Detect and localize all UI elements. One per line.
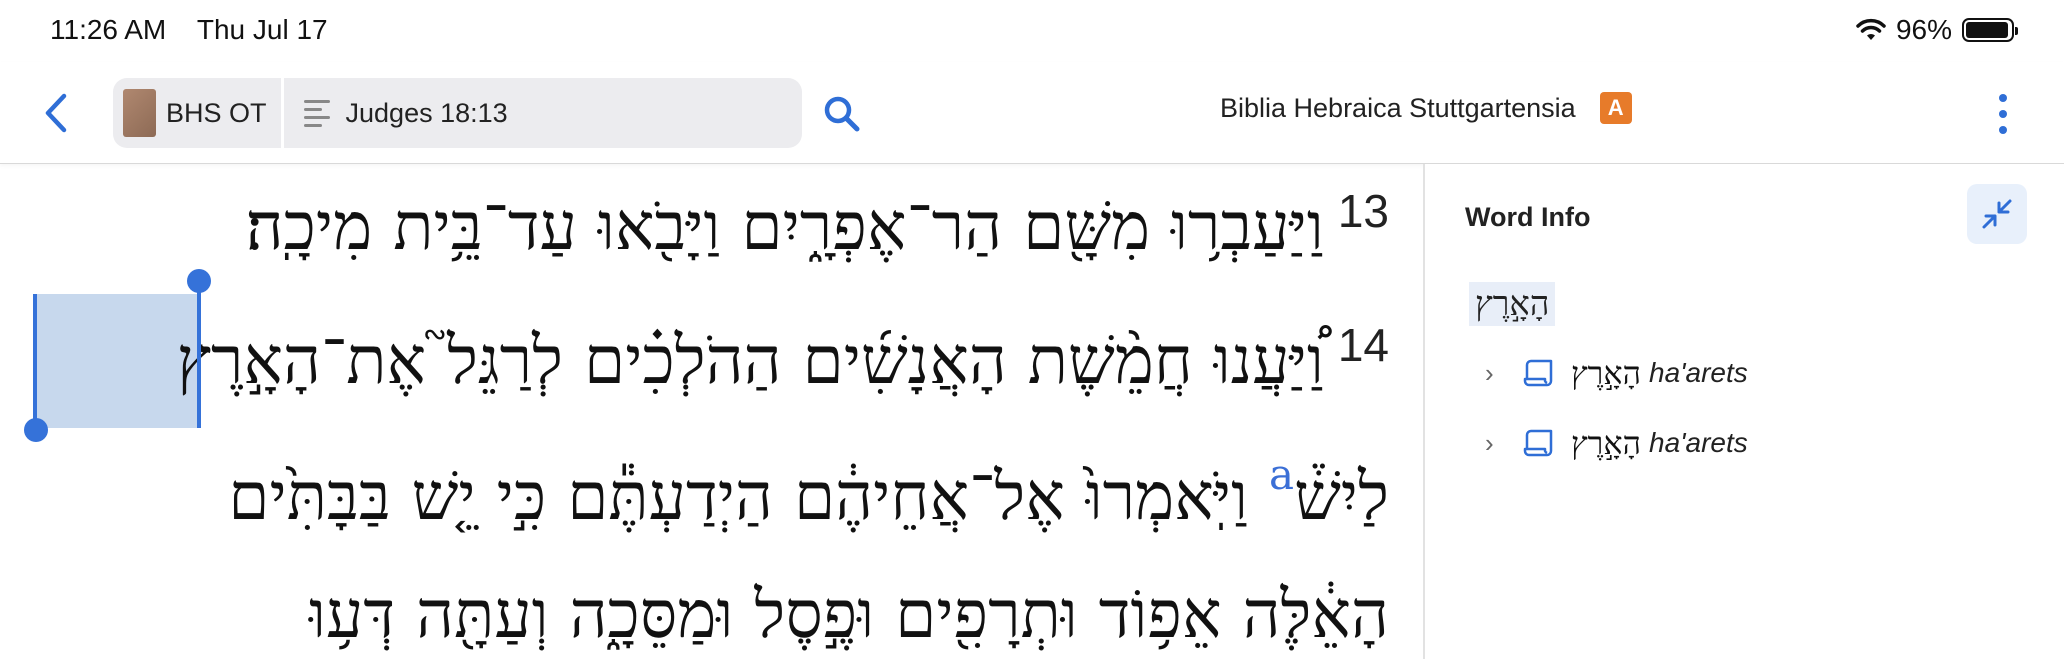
book-cover-icon (123, 89, 156, 137)
status-bar: 11:26 AM Thu Jul 17 96% (0, 0, 2064, 62)
entry-transliteration: ha'arets (1649, 357, 1748, 388)
chevron-left-icon[interactable] (40, 92, 76, 134)
more-vertical-icon[interactable] (1996, 94, 2010, 134)
status-time-date: 11:26 AM Thu Jul 17 (50, 14, 328, 46)
verse-number[interactable]: 14 (1338, 319, 1389, 371)
entry-hebrew: הָאָ֣רֶץ (1571, 424, 1641, 462)
verse-text[interactable]: הָאֵ֔לֶּה אֵפ֥וֹד וּתְרָפִ֖ים וּפֶ֣סֶל ו… (309, 576, 1389, 653)
reference-label: Judges 18:13 (345, 97, 508, 128)
bible-text-pane[interactable]: 13 וַיַּעַבְר֥וּ מִשָּׁ֖ם הַר־אֶפְרָ֑יִם … (0, 164, 1423, 659)
battery-fill (1966, 22, 2009, 38)
verse-text[interactable]: וַיַּעַבְר֥וּ מִשָּׁ֖ם הַר־אֶפְרָ֑יִם וַ… (246, 188, 1324, 265)
verse-text[interactable]: וַיֹּֽאמְרוּ֙ אֶל־אֲחֵיהֶ֔ם הַיְדַעְתֶּ֕… (228, 458, 1248, 535)
resource-label: BHS OT (166, 97, 267, 128)
text-line-4[interactable]: הָאֵ֔לֶּה אֵפ֥וֹד וּתְרָפִ֖ים וּפֶ֣סֶל ו… (309, 582, 1389, 648)
toolbar: BHS OT Judges 18:13 Biblia Hebraica Stut… (0, 62, 2064, 164)
search-icon[interactable] (822, 94, 862, 134)
resource-selector: BHS OT Judges 18:13 (113, 78, 802, 148)
panel-title: Word Info (1465, 202, 1591, 232)
entry-transliteration: ha'arets (1649, 427, 1748, 458)
collapse-button[interactable] (1967, 184, 2027, 244)
scroll-icon (1523, 359, 1553, 387)
resource-title-area[interactable]: Biblia Hebraica Stuttgartensia A (1220, 92, 1632, 124)
selected-word-highlight (34, 294, 199, 428)
footnote-marker[interactable]: a (1269, 450, 1294, 499)
entry-hebrew: הָאָ֣רֶץ (1571, 354, 1641, 392)
verse-text[interactable]: לַיִשׁ֒ (1294, 458, 1389, 535)
status-time: 11:26 AM (50, 14, 167, 45)
scroll-icon (1523, 429, 1553, 457)
resource-button[interactable]: BHS OT (113, 78, 284, 148)
wifi-icon (1856, 18, 1886, 40)
status-date: Thu Jul 17 (196, 14, 328, 45)
selection-handle-start[interactable] (24, 418, 48, 442)
collapse-arrows-icon (1982, 199, 2012, 229)
selection-handle-end[interactable] (187, 269, 211, 293)
list-icon (303, 95, 330, 132)
battery-percent: 96% (1895, 14, 1952, 45)
word-entry[interactable]: › הָאָ֣רֶץ ha'arets (1485, 354, 1748, 392)
chevron-right-icon[interactable]: › (1485, 358, 1505, 389)
battery-icon (1962, 18, 2018, 42)
reference-button[interactable]: Judges 18:13 (284, 78, 802, 148)
text-line-2[interactable]: 14וַ֠יַּעֲנוּ חֲמֵ֨שֶׁת הָאֲנָשִׁ֜ים הַה… (177, 322, 1389, 394)
verse-text[interactable]: וַ֠יַּעֲנוּ חֲמֵ֨שֶׁת הָאֲנָשִׁ֜ים הַהֹל… (177, 322, 1324, 399)
text-line-1[interactable]: 13וַיַּעַבְר֥וּ מִשָּׁ֖ם הַר־אֶפְרָ֑יִם … (246, 188, 1389, 260)
word-info-pane: Word Info הָאָ֣רֶץ › הָאָ֣רֶץ ha'arets ›… (1425, 164, 2064, 659)
chevron-right-icon[interactable]: › (1485, 428, 1505, 459)
status-badge: A (1599, 92, 1632, 124)
selection-handle-bar-end (197, 282, 201, 428)
status-indicators: 96% (1856, 14, 2018, 46)
verse-number[interactable]: 13 (1338, 185, 1389, 237)
selection-handle-bar-start (33, 294, 37, 428)
word-entry[interactable]: › הָאָ֣רֶץ ha'arets (1485, 424, 1748, 462)
headword: הָאָ֣רֶץ (1469, 282, 1556, 326)
resource-title: Biblia Hebraica Stuttgartensia (1220, 92, 1576, 123)
text-line-3[interactable]: לַיִשׁ֒a וַיֹּֽאמְרוּ֙ אֶל־אֲחֵיהֶ֔ם הַי… (228, 454, 1389, 530)
